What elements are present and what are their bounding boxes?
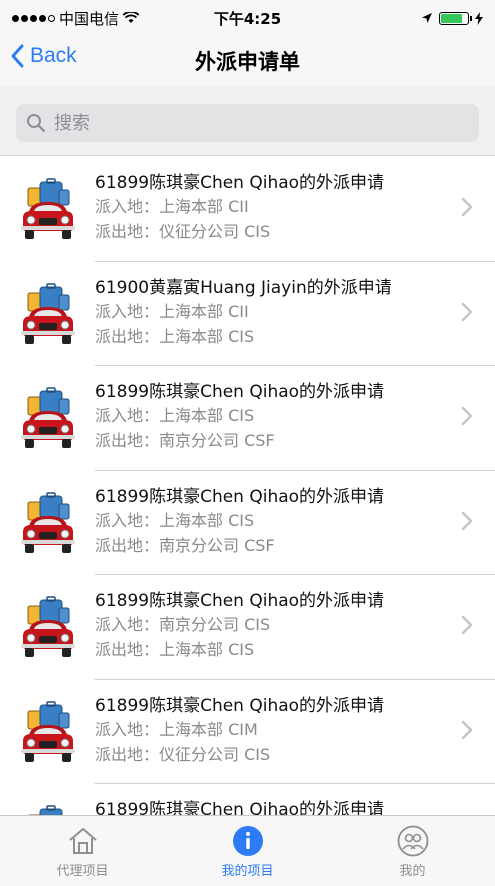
list-item-in: 派入地：上海本部 CII <box>95 194 495 219</box>
location-arrow-icon <box>422 13 432 23</box>
car-luggage-icon <box>0 157 95 262</box>
back-label: Back <box>30 44 77 67</box>
list-item[interactable]: 61899陈琪豪Chen Qihao的外派申请 派入地：上海本部 CIS 派出地… <box>0 471 495 576</box>
in-value: 上海本部 CIM <box>159 719 258 739</box>
tab-label: 我的项目 <box>221 864 274 879</box>
list-item[interactable]: 61899陈琪豪Chen Qihao的外派申请 派入地：上海本部 CIS 派出地… <box>0 366 495 471</box>
out-value: 南京分公司 CSF <box>159 535 275 555</box>
list-item-out: 派出地：南京分公司 CSF <box>95 533 495 558</box>
search-input[interactable] <box>54 112 434 134</box>
tab-bar: 代理项目 我的项目 我的 <box>0 815 495 886</box>
list-item-title: 61899陈琪豪Chen Qihao的外派申请 <box>95 591 385 611</box>
tab-me[interactable]: 我的 <box>330 816 495 886</box>
tab-label: 代理项目 <box>56 864 109 879</box>
list-item-out: 派出地：上海本部 CIS <box>95 324 495 349</box>
search-icon <box>27 114 46 133</box>
list-item-title: 61899陈琪豪Chen Qihao的外派申请 <box>95 800 385 815</box>
car-luggage-icon <box>0 784 95 815</box>
charging-bolt-icon <box>475 11 483 25</box>
in-label: 派入地： <box>95 301 160 321</box>
list-item-body: 61899陈琪豪Chen Qihao的外派申请 派入地： 派出地： <box>95 784 495 815</box>
in-value: 上海本部 CII <box>159 301 249 321</box>
car-luggage-icon <box>0 575 95 680</box>
list-item-in: 派入地：上海本部 CIS <box>95 508 495 533</box>
out-value: 仪征分公司 CIS <box>159 222 271 241</box>
out-label: 派出地： <box>95 744 160 764</box>
list-item-title: 61900黄嘉寅Huang Jiayin的外派申请 <box>95 277 392 298</box>
list-item[interactable]: 61899陈琪豪Chen Qihao的外派申请 派入地：上海本部 CII 派出地… <box>0 157 495 262</box>
tab-label: 我的 <box>399 864 426 879</box>
out-value: 仪征分公司 CIS <box>159 744 271 764</box>
list-item-title: 61899陈琪豪Chen Qihao的外派申请 <box>95 173 385 193</box>
status-right <box>323 11 483 25</box>
out-label: 派出地： <box>95 640 160 659</box>
list-item-in: 派入地：上海本部 CIM <box>95 717 495 742</box>
back-button[interactable]: Back <box>10 44 77 68</box>
list-item-out: 派出地：仪征分公司 CIS <box>95 742 495 767</box>
list-item-body: 61899陈琪豪Chen Qihao的外派申请 派入地：上海本部 CII 派出地… <box>95 157 495 262</box>
list-item[interactable]: 61900黄嘉寅Huang Jiayin的外派申请 派入地：上海本部 CII 派… <box>0 262 495 367</box>
battery-icon <box>439 11 472 25</box>
chevron-right-icon <box>461 406 473 426</box>
house-icon <box>68 828 97 854</box>
status-bar: 中国电信 下午4:25 <box>0 0 495 36</box>
list-item-body: 61900黄嘉寅Huang Jiayin的外派申请 派入地：上海本部 CII 派… <box>95 262 495 366</box>
car-luggage-icon <box>0 262 95 367</box>
tab-my-projects[interactable]: 我的项目 <box>165 816 330 886</box>
list-item-out: 派出地：上海本部 CIS <box>95 637 495 662</box>
out-label: 派出地： <box>95 535 160 555</box>
status-time: 下午4:25 <box>213 9 282 28</box>
list-item[interactable]: 61899陈琪豪Chen Qihao的外派申请 派入地：上海本部 CIM 派出地… <box>0 680 495 785</box>
list-item-out: 派出地：仪征分公司 CIS <box>95 219 495 244</box>
out-value: 南京分公司 CSF <box>159 431 275 450</box>
status-left: 中国电信 <box>12 8 172 29</box>
list-item-title: 61899陈琪豪Chen Qihao的外派申请 <box>95 695 385 716</box>
wifi-icon <box>123 12 140 23</box>
search-bar <box>0 86 495 156</box>
chevron-right-icon <box>461 511 473 530</box>
navigation-bar: Back 外派申请单 <box>0 36 495 86</box>
car-luggage-icon <box>0 471 95 576</box>
out-label: 派出地： <box>95 326 160 346</box>
chevron-left-icon <box>11 44 24 68</box>
list-item-body: 61899陈琪豪Chen Qihao的外派申请 派入地：上海本部 CIS 派出地… <box>95 366 495 471</box>
chevron-right-icon <box>461 720 473 739</box>
in-label: 派入地： <box>95 615 160 634</box>
car-luggage-icon <box>0 680 95 785</box>
list-item-in: 派入地：上海本部 CIS <box>95 403 495 428</box>
in-label: 派入地： <box>95 719 160 739</box>
list-item-in: 派入地：上海本部 CII <box>95 299 495 324</box>
in-value: 上海本部 CII <box>159 197 249 216</box>
out-value: 上海本部 CIS <box>159 640 255 659</box>
in-value: 上海本部 CIS <box>159 510 255 530</box>
in-value: 南京分公司 CIS <box>159 615 271 634</box>
out-label: 派出地： <box>95 431 160 450</box>
tab-proxy-projects[interactable]: 代理项目 <box>0 816 165 886</box>
in-label: 派入地： <box>95 197 160 216</box>
carrier-label: 中国电信 <box>59 9 120 28</box>
list-item-out: 派出地：南京分公司 CSF <box>95 428 495 453</box>
list-item-body: 61899陈琪豪Chen Qihao的外派申请 派入地：上海本部 CIM 派出地… <box>95 680 495 784</box>
list-item[interactable]: 61899陈琪豪Chen Qihao的外派申请 派入地： 派出地： <box>0 784 495 815</box>
list-item-in: 派入地：南京分公司 CIS <box>95 612 495 637</box>
chevron-right-icon <box>461 197 473 217</box>
info-icon <box>232 826 263 856</box>
out-value: 上海本部 CIS <box>159 326 255 346</box>
in-label: 派入地： <box>95 406 160 425</box>
people-icon <box>397 825 428 857</box>
list-item-body: 61899陈琪豪Chen Qihao的外派申请 派入地：上海本部 CIS 派出地… <box>95 471 495 575</box>
chevron-right-icon <box>461 615 473 635</box>
list-item-title: 61899陈琪豪Chen Qihao的外派申请 <box>95 382 385 402</box>
list-item-body: 61899陈琪豪Chen Qihao的外派申请 派入地：南京分公司 CIS 派出… <box>95 575 495 680</box>
signal-dots-icon <box>12 14 55 22</box>
out-label: 派出地： <box>95 222 160 241</box>
list-item-title: 61899陈琪豪Chen Qihao的外派申请 <box>95 486 385 507</box>
in-value: 上海本部 CIS <box>159 406 255 425</box>
search-box[interactable] <box>16 104 479 142</box>
request-list: 61899陈琪豪Chen Qihao的外派申请 派入地：上海本部 CII 派出地… <box>0 157 495 815</box>
in-label: 派入地： <box>95 510 160 530</box>
list-item[interactable]: 61899陈琪豪Chen Qihao的外派申请 派入地：南京分公司 CIS 派出… <box>0 575 495 680</box>
car-luggage-icon <box>0 366 95 471</box>
chevron-right-icon <box>461 302 473 321</box>
